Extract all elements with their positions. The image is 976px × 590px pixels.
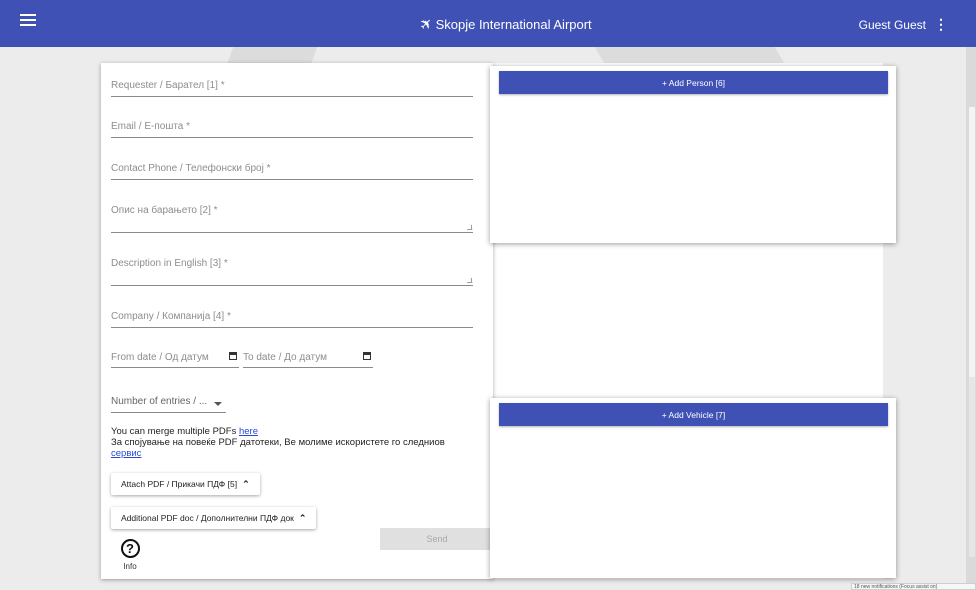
app-title-text: Skopje International Airport (435, 16, 592, 32)
more-vert-icon[interactable]: ⋮ (934, 16, 948, 33)
description-en-label: Description in English [3] * (111, 258, 228, 269)
app-title: ✈ Skopje International Airport (416, 14, 592, 35)
description-en-field[interactable]: Description in English [3] * (111, 254, 473, 286)
dropdown-arrow-icon (214, 402, 222, 406)
merge-link-here[interactable]: here (239, 426, 258, 437)
from-date-label: From date / Од датум (111, 352, 209, 363)
description-mk-label: Опис на барањето [2] * (111, 205, 218, 216)
info-button[interactable]: ? Info (118, 539, 142, 571)
add-vehicle-label: + Add Vehicle [7] (661, 409, 726, 420)
email-label: Email / Е-пошта * (111, 121, 191, 132)
additional-pdf-label: Additional PDF doc / Дополнителни ПДФ до… (121, 513, 294, 523)
calendar-icon[interactable] (229, 352, 237, 360)
phone-label: Contact Phone / Телефонски број * (111, 163, 271, 174)
chevron-up-icon: ⌃ (242, 478, 250, 489)
help-icon: ? (120, 539, 140, 558)
attach-pdf-button[interactable]: Attach PDF / Прикачи ПДФ [5] ⌃ (111, 473, 260, 495)
phone-field[interactable]: Contact Phone / Телефонски број * (111, 159, 473, 180)
merge-link-service[interactable]: сервис (111, 448, 141, 459)
app-header: ✈ Skopje International Airport Guest Gue… (0, 0, 976, 47)
user-menu[interactable]: Guest Guest ⋮ (859, 16, 948, 33)
resize-handle-icon[interactable] (466, 224, 473, 231)
attach-pdf-label: Attach PDF / Прикачи ПДФ [5] (121, 479, 238, 489)
resize-handle-icon[interactable] (466, 277, 473, 284)
add-person-label: + Add Person [6] (661, 77, 726, 88)
calendar-icon[interactable] (363, 352, 371, 360)
merge-info: You can merge multiple PDFs here За спој… (111, 426, 481, 459)
chevron-up-icon: ⌃ (298, 512, 307, 523)
merge-text-mk: За спојување на повеќе PDF датотеки, Ве … (111, 437, 445, 448)
info-label: Info (123, 562, 137, 571)
company-label: Company / Компанија [4] * (111, 311, 231, 322)
from-date-field[interactable]: From date / Од датум (111, 350, 239, 368)
notification-toast[interactable]: 18 new notifications (Focus assist on) (851, 583, 976, 590)
send-label: Send (426, 534, 448, 544)
airplane-icon: ✈ (416, 13, 438, 35)
requester-field[interactable]: Requester / Барател [1] * (111, 76, 473, 97)
entries-select[interactable]: Number of entries / ... (111, 394, 226, 413)
merge-text-en: You can merge multiple PDFs (111, 426, 237, 437)
scrollbar-thumb[interactable] (969, 107, 975, 407)
scrollbar[interactable] (966, 47, 976, 590)
company-field[interactable]: Company / Компанија [4] * (111, 307, 473, 328)
add-vehicle-button[interactable]: + Add Vehicle [7] (499, 403, 888, 426)
to-date-field[interactable]: To date / До датум (243, 350, 373, 368)
menu-icon[interactable] (20, 14, 36, 32)
persons-panel: + Add Person [6] (490, 66, 896, 243)
request-form: Requester / Барател [1] * Email / Е-пошт… (101, 63, 494, 579)
to-date-label: To date / До датум (243, 352, 327, 363)
entries-label: Number of entries / ... (111, 396, 208, 407)
send-button[interactable]: Send (380, 528, 494, 550)
scrollbar-track (969, 377, 975, 557)
email-field[interactable]: Email / Е-пошта * (111, 117, 473, 138)
user-name: Guest Guest (858, 17, 926, 32)
requester-label: Requester / Барател [1] * (111, 80, 225, 91)
vehicles-panel: + Add Vehicle [7] (490, 398, 896, 578)
additional-pdf-button[interactable]: Additional PDF doc / Дополнителни ПДФ до… (111, 507, 317, 529)
add-person-button[interactable]: + Add Person [6] (499, 71, 888, 94)
description-mk-field[interactable]: Опис на барањето [2] * (111, 201, 473, 233)
